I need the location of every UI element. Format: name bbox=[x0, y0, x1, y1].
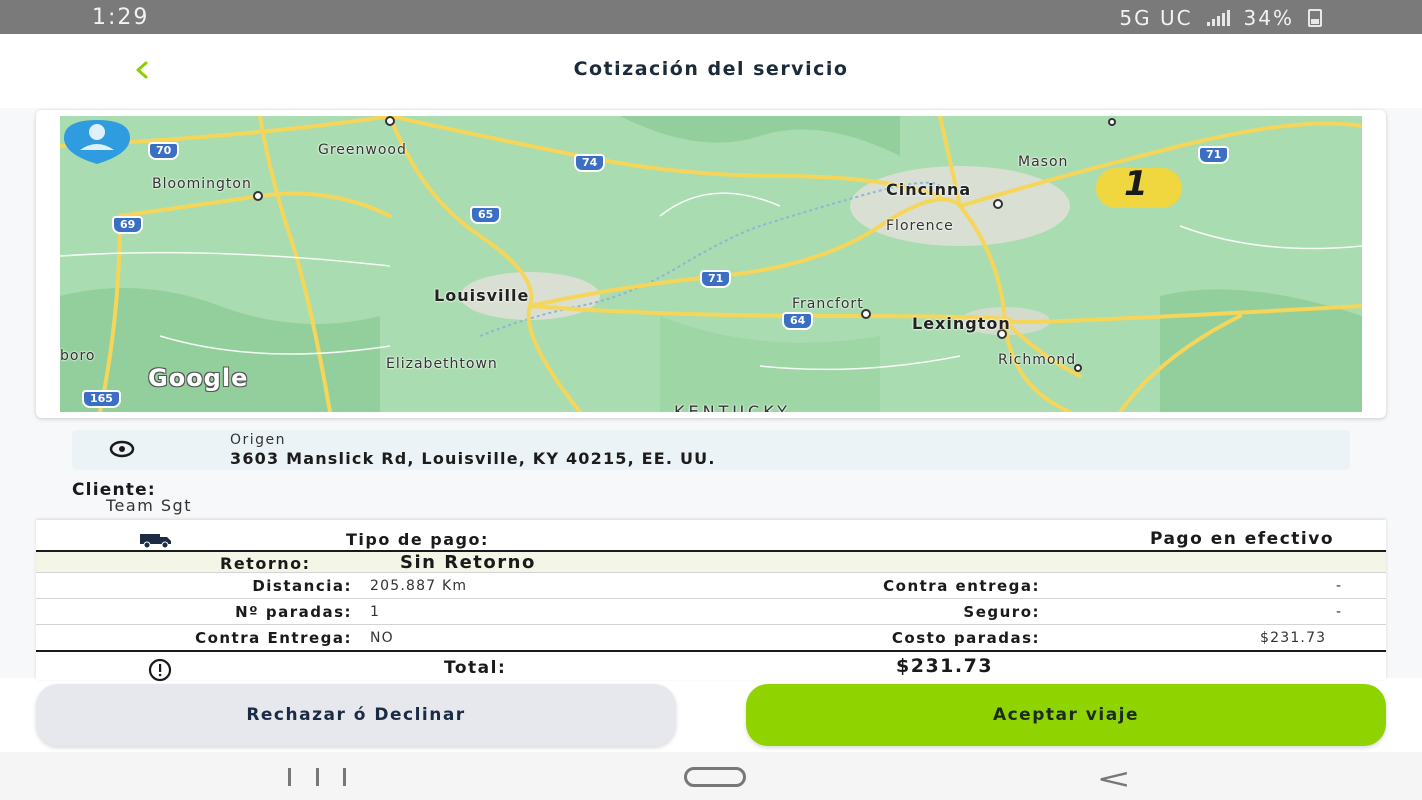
home-icon[interactable] bbox=[684, 767, 746, 787]
origin-pin-icon[interactable] bbox=[60, 116, 134, 166]
signal-icon bbox=[1206, 10, 1230, 26]
map-label-kentucky: KENTUCKY bbox=[674, 402, 791, 412]
divider-total bbox=[36, 650, 1386, 652]
decline-button[interactable]: Rechazar ó Declinar bbox=[36, 684, 676, 746]
total-value: $231.73 bbox=[896, 655, 994, 677]
map-label-louisville: Louisville bbox=[434, 286, 530, 305]
stops-cost-label: Costo paradas: bbox=[891, 629, 1040, 647]
battery-level: 34% bbox=[1243, 6, 1294, 30]
cod-delivery-value: NO bbox=[370, 630, 394, 646]
insurance-label: Seguro: bbox=[963, 603, 1040, 621]
stops-cost-value: $231.73 bbox=[1260, 630, 1327, 646]
distance-label: Distancia: bbox=[252, 577, 352, 595]
origin-box: Origen 3603 Manslick Rd, Louisville, KY … bbox=[72, 430, 1350, 470]
alert-circle-icon bbox=[148, 658, 172, 682]
map-label-mason: Mason bbox=[1018, 154, 1069, 170]
divider bbox=[36, 572, 1386, 573]
highway-shield-165: 165 bbox=[82, 390, 121, 408]
payment-type-label: Tipo de pago: bbox=[346, 530, 489, 549]
page-title: Cotización del servicio bbox=[573, 58, 849, 80]
divider bbox=[36, 624, 1386, 625]
cod-label: Contra entrega: bbox=[883, 577, 1040, 595]
highway-shield-71-north: 71 bbox=[1198, 146, 1230, 164]
highway-shield-71: 71 bbox=[700, 270, 732, 288]
origin-label: Origen bbox=[230, 432, 287, 448]
status-bar: 1:29 5G UC 34% bbox=[0, 0, 1422, 34]
quote-details-card: Tipo de pago: Pago en efectivo Retorno: … bbox=[36, 520, 1386, 682]
return-label: Retorno: bbox=[220, 554, 311, 573]
location-pin-icon bbox=[109, 440, 135, 458]
recents-icon[interactable] bbox=[288, 768, 346, 786]
highway-shield-65: 65 bbox=[470, 206, 502, 224]
destination-marker[interactable]: 1 bbox=[1096, 164, 1182, 208]
map-label-boro: boro bbox=[60, 348, 96, 364]
map-label-francfort: Francfort bbox=[792, 296, 864, 312]
divider bbox=[36, 598, 1386, 599]
highway-shield-70: 70 bbox=[148, 142, 180, 160]
map-label-greenwood: Greenwood bbox=[318, 142, 407, 158]
truck-icon bbox=[140, 534, 171, 548]
highway-shield-69: 69 bbox=[112, 216, 144, 234]
map-roads bbox=[60, 116, 1362, 412]
stops-value: 1 bbox=[370, 604, 381, 620]
route-map[interactable]: Greenwood Bloomington Mason Cincinna Flo… bbox=[60, 116, 1362, 412]
map-label-lexington: Lexington bbox=[912, 314, 1011, 333]
total-label: Total: bbox=[444, 658, 507, 678]
highway-shield-64: 64 bbox=[782, 312, 814, 330]
payment-type-value: Pago en efectivo bbox=[1149, 529, 1334, 549]
google-logo: Google bbox=[148, 364, 249, 392]
destination-marker-number: 1 bbox=[1124, 164, 1148, 204]
cod-delivery-label: Contra Entrega: bbox=[195, 629, 352, 647]
app-header: Cotización del servicio bbox=[0, 34, 1422, 108]
status-right: 5G UC 34% bbox=[1119, 6, 1322, 30]
highway-shield-74: 74 bbox=[574, 154, 606, 172]
distance-value: 205.887 Km bbox=[370, 578, 468, 594]
system-back-icon[interactable]: < bbox=[1096, 762, 1131, 795]
map-label-richmond: Richmond bbox=[998, 352, 1077, 368]
map-label-cincinnati: Cincinna bbox=[886, 180, 972, 199]
stops-label: Nº paradas: bbox=[235, 603, 352, 621]
origin-address: 3603 Manslick Rd, Louisville, KY 40215, … bbox=[230, 449, 716, 468]
map-label-florence: Florence bbox=[886, 218, 954, 234]
insurance-value: - bbox=[1336, 604, 1343, 620]
battery-icon bbox=[1308, 9, 1322, 27]
return-value: Sin Retorno bbox=[400, 552, 536, 573]
map-label-elizabethtown: Elizabethtown bbox=[386, 356, 498, 372]
map-label-bloomington: Bloomington bbox=[152, 176, 252, 192]
system-nav-bar: < bbox=[0, 752, 1422, 800]
accept-trip-button[interactable]: Aceptar viaje bbox=[746, 684, 1386, 746]
network-indicator: 5G UC bbox=[1119, 6, 1193, 30]
cod-value: - bbox=[1336, 578, 1343, 594]
return-row: Retorno: Sin Retorno bbox=[36, 550, 1386, 573]
client-name: Team Sgt bbox=[106, 496, 192, 515]
status-time: 1:29 bbox=[92, 5, 150, 30]
